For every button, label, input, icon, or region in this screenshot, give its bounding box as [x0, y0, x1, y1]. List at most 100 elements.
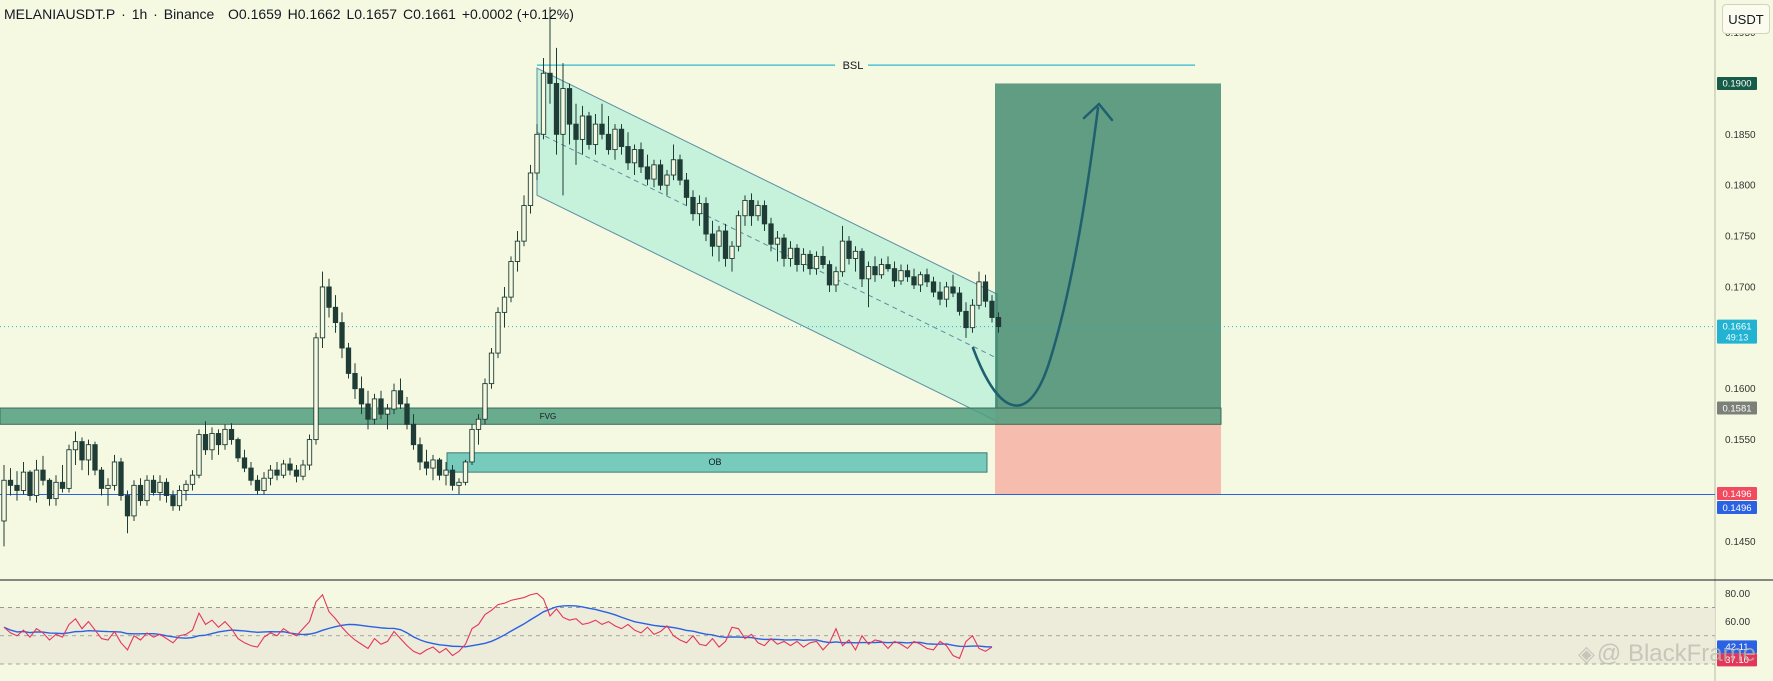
- candle-body: [430, 459, 436, 469]
- rsi-pane: [0, 592, 1715, 665]
- candle-body: [53, 481, 59, 500]
- price-tick-label: 0.1850: [1725, 130, 1756, 141]
- candle-body: [66, 449, 72, 489]
- candle-body: [755, 205, 761, 217]
- candle-body: [956, 292, 963, 312]
- candle-body: [378, 398, 384, 415]
- candle-body: [228, 428, 235, 441]
- target-zone[interactable]: [995, 83, 1221, 409]
- open-value: 0.1659: [238, 6, 282, 22]
- diamond-logo-icon: ◈: [1578, 641, 1595, 666]
- close-label: C: [402, 6, 414, 22]
- interval-label[interactable]: 1h: [132, 6, 148, 22]
- candle: [313, 332, 319, 445]
- candle-body: [105, 484, 111, 489]
- candle-body: [189, 474, 196, 485]
- rsi-tick-label: 60.00: [1725, 617, 1750, 628]
- candle: [92, 441, 98, 476]
- candle-body: [27, 471, 33, 496]
- candle-body: [969, 304, 976, 329]
- currency-button[interactable]: USDT: [1722, 4, 1770, 34]
- price-tick-label: 0.1550: [1725, 435, 1756, 446]
- candle-body: [495, 311, 501, 354]
- candle-body: [423, 461, 430, 469]
- candle-body: [124, 495, 131, 517]
- fvg-price-badge-text: 0.1581: [1722, 403, 1751, 414]
- ob-label: OB: [708, 457, 721, 467]
- candle-body: [384, 408, 391, 415]
- candle-body: [92, 444, 98, 471]
- high-value: 0.1662: [297, 6, 341, 22]
- candle-body: [436, 459, 443, 476]
- candle-body: [937, 291, 943, 300]
- candle-body: [150, 479, 157, 493]
- chart-workspace[interactable]: BSLFVGOB 0.19500.19000.18500.18000.17500…: [0, 0, 1773, 681]
- low-value: 0.1657: [354, 6, 398, 22]
- symbol-name[interactable]: MELANIAUSDT.P: [4, 6, 115, 22]
- candle-body: [560, 88, 566, 135]
- candle-body: [339, 322, 345, 349]
- price-tick-label: 0.1750: [1725, 232, 1756, 243]
- candle-body: [7, 479, 14, 486]
- candle: [462, 459, 469, 486]
- candle-body: [456, 481, 462, 486]
- fvg-zone[interactable]: [0, 407, 1222, 425]
- candle-body: [326, 286, 332, 308]
- candle-body: [911, 276, 917, 286]
- candle-body: [677, 159, 683, 181]
- candle-body: [813, 255, 820, 270]
- candle-body: [644, 166, 651, 180]
- candle: [235, 437, 241, 462]
- candle: [488, 348, 495, 389]
- candle-body: [716, 230, 722, 247]
- price-chart[interactable]: BSLFVGOB 0.19500.19000.18500.18000.17500…: [0, 0, 1773, 681]
- candle-body: [820, 255, 826, 266]
- candle-body: [85, 444, 92, 461]
- candle: [586, 111, 592, 150]
- candle: [345, 342, 352, 379]
- price-tick-label: 0.1700: [1725, 282, 1756, 293]
- candle-body: [235, 439, 241, 459]
- candle-body: [761, 205, 768, 225]
- candle-body: [176, 490, 183, 507]
- candle-body: [748, 200, 755, 217]
- candle-body: [787, 247, 794, 259]
- candle-timer-text: 49:13: [1726, 333, 1749, 343]
- fvg-label: FVG: [540, 412, 556, 421]
- candle-body: [930, 281, 937, 293]
- candle-body: [196, 434, 202, 476]
- candle-body: [313, 337, 319, 441]
- candle-body: [846, 240, 852, 259]
- candle-body: [293, 469, 300, 477]
- candle-body: [735, 215, 742, 247]
- candle-body: [501, 296, 508, 313]
- candle-body: [254, 479, 261, 491]
- candle-body: [612, 128, 618, 151]
- candle-body: [599, 123, 605, 135]
- candle-body: [345, 347, 352, 374]
- candle-body: [261, 477, 267, 491]
- price-badges: 0.19000.166149:130.15810.14960.149642.11…: [1717, 76, 1757, 667]
- candle-body: [904, 270, 911, 278]
- symbol-legend[interactable]: MELANIAUSDT.P · 1h · Binance O0.1659 H0.…: [4, 6, 576, 22]
- candle-body: [872, 266, 878, 276]
- candle-body: [144, 479, 150, 502]
- candle-body: [605, 133, 612, 151]
- candle-body: [625, 146, 631, 164]
- candle-body: [306, 439, 313, 466]
- candle-body: [40, 469, 46, 481]
- candle-body: [241, 457, 248, 469]
- candle-body: [46, 479, 53, 500]
- candle-body: [163, 481, 170, 496]
- candle-body: [839, 240, 846, 273]
- candle-body: [209, 433, 215, 451]
- candle-body: [137, 484, 144, 502]
- candle-body: [183, 483, 189, 491]
- candle-body: [690, 196, 696, 215]
- candle-body: [943, 286, 950, 300]
- candle-body: [371, 398, 378, 420]
- high-label: H: [287, 6, 298, 22]
- candle-body: [462, 461, 469, 483]
- candle-body: [950, 286, 956, 294]
- candle-body: [98, 469, 105, 489]
